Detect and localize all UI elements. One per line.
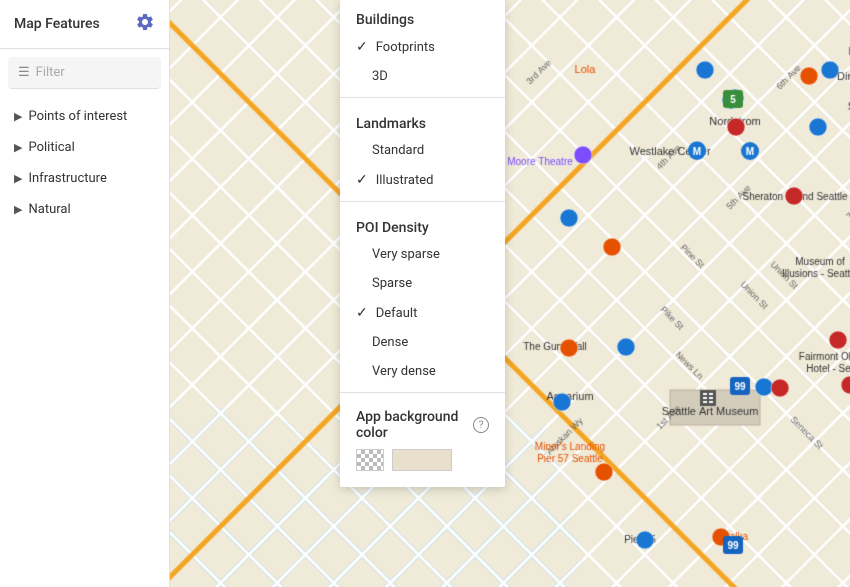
sidebar-item-natural[interactable]: ▶ Natural xyxy=(0,194,169,225)
density-sparse[interactable]: Sparse xyxy=(340,269,505,298)
3d-label: 3D xyxy=(372,69,388,84)
chevron-right-icon: ▶ xyxy=(14,141,22,154)
sidebar-header: Map Features xyxy=(0,0,169,49)
app-bg-label: App background color xyxy=(356,409,465,441)
sidebar-item-natural-label: Natural xyxy=(28,202,70,217)
transparent-color-swatch[interactable] xyxy=(356,449,384,471)
standard-option[interactable]: Standard xyxy=(340,136,505,165)
density-dense[interactable]: Dense xyxy=(340,328,505,357)
dense-label: Dense xyxy=(372,335,408,350)
poi-density-header: POI Density xyxy=(340,208,505,240)
sidebar-item-poi-label: Points of interest xyxy=(28,109,127,124)
footprints-label: Footprints xyxy=(376,40,435,55)
density-very-sparse[interactable]: Very sparse xyxy=(340,240,505,269)
chevron-right-icon: ▶ xyxy=(14,172,22,185)
chevron-right-icon: ▶ xyxy=(14,203,22,216)
default-label: Default xyxy=(376,306,418,321)
sidebar-item-political-label: Political xyxy=(28,140,74,155)
color-row xyxy=(340,445,505,475)
chevron-right-icon: ▶ xyxy=(14,110,22,123)
filter-bar[interactable]: ☰ Filter xyxy=(8,57,161,89)
very-dense-label: Very dense xyxy=(372,364,436,379)
divider-2 xyxy=(340,201,505,202)
sidebar-item-political[interactable]: ▶ Political xyxy=(0,132,169,163)
3d-option[interactable]: 3D xyxy=(340,62,505,91)
divider-3 xyxy=(340,392,505,393)
nav-items: ▶ Points of interest ▶ Political ▶ Infra… xyxy=(0,97,169,229)
divider-1 xyxy=(340,97,505,98)
filter-input-placeholder: Filter xyxy=(36,65,65,80)
sidebar-item-infrastructure-label: Infrastructure xyxy=(28,171,106,186)
sidebar-title: Map Features xyxy=(14,16,100,32)
standard-label: Standard xyxy=(372,143,424,158)
filter-icon: ☰ xyxy=(18,65,30,80)
sparse-label: Sparse xyxy=(372,276,412,291)
footprints-option[interactable]: ✓ Footprints xyxy=(340,32,505,62)
density-very-dense[interactable]: Very dense xyxy=(340,357,505,386)
dropdown-panel: Buildings ✓ Footprints 3D Landmarks Stan… xyxy=(340,0,505,487)
check-icon: ✓ xyxy=(356,39,368,55)
landmarks-header: Landmarks xyxy=(340,104,505,136)
sidebar-item-poi[interactable]: ▶ Points of interest xyxy=(0,101,169,132)
gear-icon[interactable] xyxy=(135,12,155,36)
map-area[interactable]: Buildings ✓ Footprints 3D Landmarks Stan… xyxy=(170,0,850,587)
help-icon[interactable]: ? xyxy=(473,417,489,433)
check-icon: ✓ xyxy=(356,305,368,321)
app-bg-color-box[interactable] xyxy=(392,449,452,471)
sidebar: Map Features ☰ Filter ▶ Points of intere… xyxy=(0,0,170,587)
very-sparse-label: Very sparse xyxy=(372,247,440,262)
illustrated-label: Illustrated xyxy=(376,173,434,188)
app-bg-row: App background color ? xyxy=(340,399,505,445)
buildings-header: Buildings xyxy=(340,0,505,32)
illustrated-option[interactable]: ✓ Illustrated xyxy=(340,165,505,195)
check-icon: ✓ xyxy=(356,172,368,188)
density-default[interactable]: ✓ Default xyxy=(340,298,505,328)
map-canvas xyxy=(170,0,850,587)
sidebar-item-infrastructure[interactable]: ▶ Infrastructure xyxy=(0,163,169,194)
